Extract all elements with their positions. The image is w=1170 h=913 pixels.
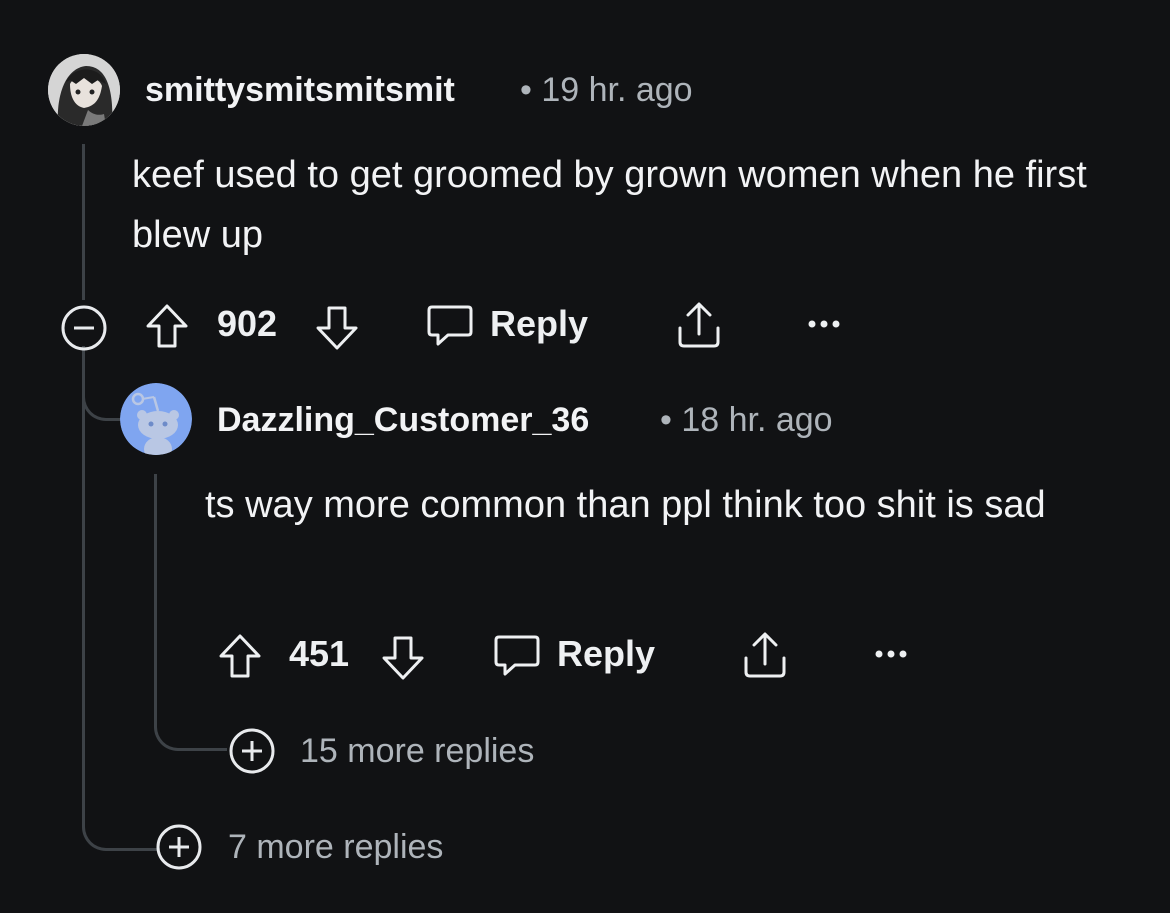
thread-line-main[interactable] — [82, 144, 85, 300]
reply-label[interactable]: Reply — [490, 299, 588, 349]
more-replies-link[interactable]: 15 more replies — [300, 729, 534, 773]
thread-connector-more-7[interactable] — [82, 390, 157, 851]
share-icon — [744, 632, 786, 678]
collapse-button[interactable] — [60, 304, 108, 352]
comment-username[interactable]: smittysmitsmitsmit — [145, 70, 455, 110]
expand-replies-button[interactable] — [228, 727, 276, 775]
comment-body: keef used to get groomed by grown women … — [132, 154, 1087, 256]
anime-avatar-icon — [48, 54, 120, 126]
thread-connector-more-15[interactable] — [154, 670, 227, 751]
plus-circle-icon — [156, 824, 202, 870]
expand-replies-button[interactable] — [155, 823, 203, 871]
avatar[interactable] — [48, 54, 120, 126]
ellipsis-icon — [875, 650, 907, 658]
comment-timestamp: • 19 hr. ago — [520, 71, 693, 109]
reply-timestamp: • 18 hr. ago — [660, 401, 833, 439]
upvote-arrow-icon — [219, 634, 261, 678]
share-button[interactable] — [741, 630, 789, 680]
more-replies-link[interactable]: 7 more replies — [228, 825, 443, 869]
downvote-arrow-icon — [382, 636, 424, 680]
more-options-button[interactable] — [806, 314, 842, 334]
more-options-button[interactable] — [873, 644, 909, 664]
upvote-button[interactable] — [144, 302, 190, 352]
share-button[interactable] — [675, 300, 723, 350]
reply-body: ts way more common than ppl think too sh… — [205, 484, 1046, 526]
upvote-arrow-icon — [146, 304, 188, 348]
comment-thread: smittysmitsmitsmit • 19 hr. ago keef use… — [0, 0, 1170, 913]
ellipsis-icon — [808, 320, 840, 328]
thread-line-reply[interactable] — [154, 474, 157, 674]
upvote-button[interactable] — [217, 632, 263, 682]
reply-label[interactable]: Reply — [557, 629, 655, 679]
downvote-arrow-icon — [316, 306, 358, 350]
plus-circle-icon — [229, 728, 275, 774]
avatar[interactable] — [120, 383, 192, 455]
downvote-button[interactable] — [314, 302, 360, 352]
share-icon — [678, 302, 720, 348]
reply-button[interactable] — [493, 633, 541, 679]
vote-score: 451 — [289, 633, 350, 674]
speech-bubble-icon — [494, 635, 540, 676]
reply-username[interactable]: Dazzling_Customer_36 — [217, 400, 589, 440]
vote-score: 902 — [217, 303, 278, 344]
downvote-button[interactable] — [380, 632, 426, 682]
reply-button[interactable] — [426, 303, 474, 349]
snoo-avatar-icon — [120, 383, 192, 455]
speech-bubble-icon — [427, 305, 473, 346]
collapse-minus-icon — [61, 305, 107, 351]
